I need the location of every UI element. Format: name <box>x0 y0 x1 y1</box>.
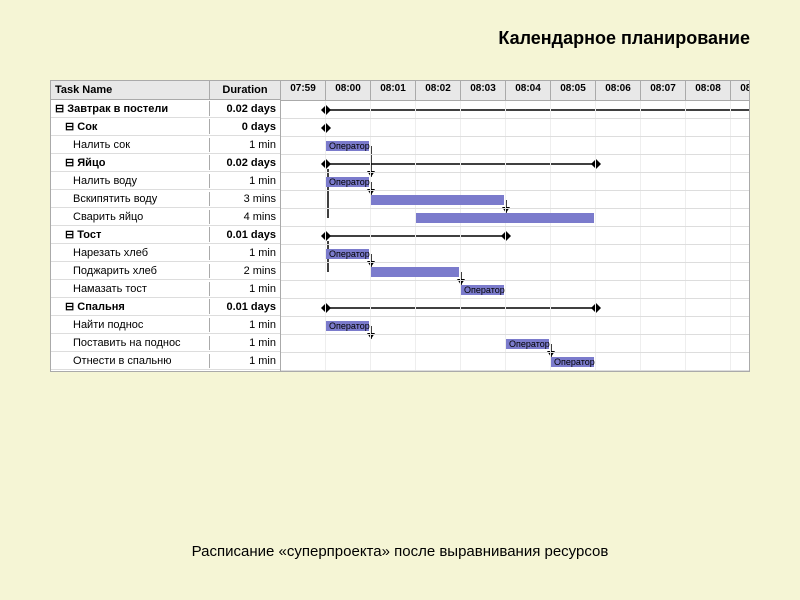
task-duration-cell: 0.02 days <box>210 102 280 116</box>
task-row: Найти поднос1 min <box>51 316 280 334</box>
task-name-cell: Отнести в спальню <box>51 354 210 368</box>
task-row: Налить воду1 min <box>51 172 280 190</box>
task-duration-cell: 1 min <box>210 246 280 260</box>
task-row: Налить сок1 min <box>51 136 280 154</box>
task-name-cell: ⊟ Завтрак в постели <box>51 101 210 116</box>
time-cell: 08:01 <box>371 81 416 100</box>
gantt-bar <box>416 213 594 223</box>
task-duration-cell: 2 mins <box>210 264 280 278</box>
header-task-name: Task Name <box>51 81 210 99</box>
task-row: Вскипятить воду3 mins <box>51 190 280 208</box>
task-name-cell: Намазать тост <box>51 282 210 296</box>
time-header: 07:5908:0008:0108:0208:0308:0408:0508:06… <box>281 81 749 101</box>
task-row: ⊟ Завтрак в постели0.02 days <box>51 100 280 118</box>
task-name-cell: Вскипятить воду <box>51 192 210 206</box>
task-name-cell: Поставить на поднос <box>51 336 210 350</box>
task-row: Отнести в спальню1 min <box>51 352 280 370</box>
chart-row <box>281 101 749 119</box>
gantt-bar: Оператор <box>326 249 369 259</box>
gantt-bar-label: Оператор <box>329 249 370 259</box>
gantt-bar: Оператор <box>506 339 549 349</box>
gantt-bar <box>371 195 504 205</box>
task-header: Task Name Duration <box>51 81 280 100</box>
time-cell: 08:02 <box>416 81 461 100</box>
time-cell: 08:07 <box>641 81 686 100</box>
task-duration-cell: 0.01 days <box>210 300 280 314</box>
chart-row: Оператор <box>281 137 749 155</box>
chart-row: Оператор <box>281 281 749 299</box>
task-duration-cell: 1 min <box>210 138 280 152</box>
task-name-cell: Поджарить хлеб <box>51 264 210 278</box>
task-name-cell: Найти поднос <box>51 318 210 332</box>
task-row: ⊟ Яйцо0.02 days <box>51 154 280 172</box>
task-row: Нарезать хлеб1 min <box>51 244 280 262</box>
chart-row <box>281 263 749 281</box>
time-cell: 08:06 <box>596 81 641 100</box>
task-row: ⊟ Тост0.01 days <box>51 226 280 244</box>
time-cell: 08:04 <box>506 81 551 100</box>
gantt-bar-label: Оператор <box>329 321 370 331</box>
chart-row <box>281 209 749 227</box>
task-name-cell: ⊟ Сок <box>51 119 210 134</box>
task-name-cell: Сварить яйцо <box>51 210 210 224</box>
time-cell: 08:09 <box>731 81 749 100</box>
task-name-cell: Налить воду <box>51 174 210 188</box>
gantt-bar-label: Оператор <box>554 357 595 367</box>
time-cell: 08:08 <box>686 81 731 100</box>
task-duration-cell: 0.01 days <box>210 228 280 242</box>
gantt-bar: Оператор <box>551 357 594 367</box>
chart-row <box>281 191 749 209</box>
task-name-cell: ⊟ Спальня <box>51 299 210 314</box>
chart-row <box>281 227 749 245</box>
chart-row: Оператор <box>281 353 749 371</box>
time-cell: 07:59 <box>281 81 326 100</box>
task-panel: Task Name Duration ⊟ Завтрак в постели0.… <box>51 81 281 371</box>
task-name-cell: Налить сок <box>51 138 210 152</box>
task-row: ⊟ Спальня0.01 days <box>51 298 280 316</box>
task-row: Поджарить хлеб2 mins <box>51 262 280 280</box>
task-duration-cell: 0 days <box>210 120 280 134</box>
chart-row <box>281 299 749 317</box>
gantt-bar-label: Оператор <box>329 177 370 187</box>
gantt-table: Task Name Duration ⊟ Завтрак в постели0.… <box>51 81 749 371</box>
task-duration-cell: 0.02 days <box>210 156 280 170</box>
task-row: Намазать тост1 min <box>51 280 280 298</box>
chart-panel: 07:5908:0008:0108:0208:0308:0408:0508:06… <box>281 81 749 371</box>
time-cell: 08:00 <box>326 81 371 100</box>
gantt-bar-label: Оператор <box>509 339 550 349</box>
header-duration: Duration <box>210 81 280 99</box>
gantt-bar: Оператор <box>461 285 504 295</box>
time-cell: 08:03 <box>461 81 506 100</box>
caption: Расписание «суперпроекта» после выравнив… <box>0 543 800 560</box>
task-duration-cell: 1 min <box>210 318 280 332</box>
task-duration-cell: 1 min <box>210 282 280 296</box>
task-duration-cell: 1 min <box>210 336 280 350</box>
task-duration-cell: 1 min <box>210 174 280 188</box>
gantt-bar: Оператор <box>326 177 369 187</box>
task-name-cell: ⊟ Тост <box>51 227 210 242</box>
task-name-cell: ⊟ Яйцо <box>51 155 210 170</box>
task-row: Сварить яйцо4 mins <box>51 208 280 226</box>
task-row: ⊟ Сок0 days <box>51 118 280 136</box>
chart-row: Оператор <box>281 173 749 191</box>
gantt-chart: Task Name Duration ⊟ Завтрак в постели0.… <box>50 80 750 372</box>
gantt-bar: Оператор <box>326 321 369 331</box>
chart-row <box>281 119 749 137</box>
task-duration-cell: 1 min <box>210 354 280 368</box>
page-title: Календарное планирование <box>498 28 750 49</box>
task-row: Поставить на поднос1 min <box>51 334 280 352</box>
task-name-cell: Нарезать хлеб <box>51 246 210 260</box>
task-duration-cell: 3 mins <box>210 192 280 206</box>
gantt-bar: Оператор <box>326 141 369 151</box>
gantt-bar-label: Оператор <box>464 285 505 295</box>
chart-row: Оператор <box>281 335 749 353</box>
gantt-bar-label: Оператор <box>329 141 370 151</box>
gantt-bar <box>371 267 459 277</box>
chart-row <box>281 155 749 173</box>
chart-row: Оператор <box>281 317 749 335</box>
time-cell: 08:05 <box>551 81 596 100</box>
task-duration-cell: 4 mins <box>210 210 280 224</box>
chart-row: Оператор <box>281 245 749 263</box>
